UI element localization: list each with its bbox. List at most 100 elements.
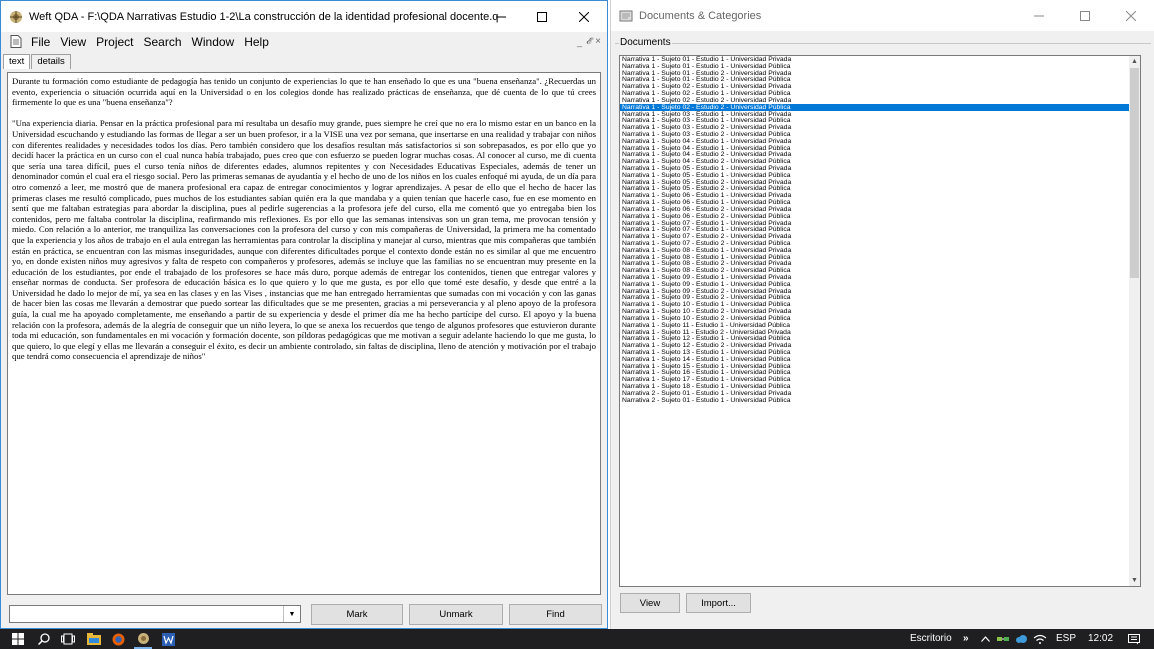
- mdi-minimize-icon[interactable]: _: [577, 37, 582, 47]
- right-titlebar[interactable]: Documents & Categories: [611, 0, 1154, 31]
- right-close-button[interactable]: [1111, 0, 1151, 31]
- tab-details[interactable]: details: [31, 54, 71, 69]
- input-language[interactable]: ESP: [1056, 629, 1076, 649]
- document-list-item[interactable]: Narrativa 1 - Sujeto 05 - Estudio 1 - Un…: [620, 165, 1131, 172]
- menu-file[interactable]: File: [26, 35, 55, 49]
- document-list-item[interactable]: Narrativa 1 - Sujeto 06 - Estudio 2 - Un…: [620, 206, 1131, 213]
- search-icon[interactable]: [36, 629, 52, 649]
- document-list-item[interactable]: Narrativa 1 - Sujeto 01 - Estudio 1 - Un…: [620, 56, 1131, 63]
- document-list-item[interactable]: Narrativa 2 - Sujeto 01 - Estudio 1 - Un…: [620, 397, 1131, 404]
- view-button[interactable]: View: [620, 593, 680, 613]
- document-list-item[interactable]: Narrativa 1 - Sujeto 09 - Estudio 1 - Un…: [620, 281, 1131, 288]
- menu-window[interactable]: Window: [187, 35, 240, 49]
- left-titlebar[interactable]: Weft QDA - F:\QDA Narrativas Estudio 1-2…: [1, 1, 607, 32]
- document-list-item[interactable]: Narrativa 1 - Sujeto 02 - Estudio 2 - Un…: [620, 97, 1131, 104]
- documents-scrollbar[interactable]: ▲ ▼: [1129, 56, 1140, 586]
- tab-text[interactable]: text: [3, 54, 31, 69]
- task-view-icon[interactable]: [60, 629, 76, 649]
- document-list-item[interactable]: Narrativa 1 - Sujeto 01 - Estudio 2 - Un…: [620, 76, 1131, 84]
- document-list-item[interactable]: Narrativa 1 - Sujeto 04 - Estudio 1 - Un…: [620, 138, 1131, 145]
- document-list-item[interactable]: Narrativa 1 - Sujeto 16 - Estudio 1 - Un…: [620, 369, 1131, 376]
- document-list-item[interactable]: Narrativa 1 - Sujeto 04 - Estudio 2 - Un…: [620, 158, 1131, 165]
- document-list-item[interactable]: Narrativa 1 - Sujeto 14 - Estudio 1 - Un…: [620, 356, 1131, 363]
- document-list-item[interactable]: Narrativa 1 - Sujeto 12 - Estudio 2 - Un…: [620, 342, 1131, 349]
- document-icon[interactable]: [10, 35, 22, 48]
- document-list-item[interactable]: Narrativa 1 - Sujeto 03 - Estudio 1 - Un…: [620, 111, 1131, 118]
- document-list-item[interactable]: Narrativa 1 - Sujeto 11 - Estudio 2 - Un…: [620, 329, 1131, 336]
- wifi-icon[interactable]: [1032, 629, 1048, 649]
- menu-project[interactable]: Project: [91, 35, 138, 49]
- right-maximize-button[interactable]: [1065, 0, 1105, 31]
- mark-button[interactable]: Mark: [311, 604, 403, 625]
- document-list-item[interactable]: Narrativa 1 - Sujeto 08 - Estudio 2 - Un…: [620, 260, 1131, 267]
- onedrive-icon[interactable]: [1014, 629, 1028, 649]
- document-list-item[interactable]: Narrativa 1 - Sujeto 04 - Estudio 2 - Un…: [620, 151, 1131, 158]
- documents-list[interactable]: Narrativa 1 - Sujeto 01 - Estudio 1 - Un…: [619, 55, 1141, 587]
- document-list-item[interactable]: Narrativa 1 - Sujeto 09 - Estudio 2 - Un…: [620, 288, 1131, 295]
- import-button[interactable]: Import...: [686, 593, 751, 613]
- document-list-item[interactable]: Narrativa 1 - Sujeto 02 - Estudio 2 - Un…: [620, 103, 1131, 111]
- document-list-item[interactable]: Narrativa 1 - Sujeto 05 - Estudio 2 - Un…: [620, 185, 1131, 193]
- network-status-icon[interactable]: [996, 629, 1010, 649]
- document-list-item[interactable]: Narrativa 1 - Sujeto 10 - Estudio 2 - Un…: [620, 315, 1131, 322]
- minimize-button[interactable]: [481, 1, 521, 32]
- document-list-item[interactable]: Narrativa 1 - Sujeto 07 - Estudio 1 - Un…: [620, 226, 1131, 233]
- show-hidden-icons-icon[interactable]: [978, 629, 992, 649]
- mdi-close-icon[interactable]: ×: [595, 36, 601, 47]
- scroll-down-icon[interactable]: ▼: [1129, 575, 1140, 586]
- close-button[interactable]: [564, 1, 604, 32]
- document-list-item[interactable]: Narrativa 1 - Sujeto 05 - Estudio 1 - Un…: [620, 172, 1131, 179]
- document-list-item[interactable]: Narrativa 1 - Sujeto 11 - Estudio 1 - Un…: [620, 322, 1131, 329]
- weft-qda-taskbar-icon[interactable]: [134, 629, 152, 649]
- document-list-item[interactable]: Narrativa 1 - Sujeto 04 - Estudio 1 - Un…: [620, 145, 1131, 152]
- document-list-item[interactable]: Narrativa 1 - Sujeto 07 - Estudio 2 - Un…: [620, 240, 1131, 247]
- document-list-item[interactable]: Narrativa 1 - Sujeto 03 - Estudio 2 - Un…: [620, 131, 1131, 138]
- menu-help[interactable]: Help: [239, 35, 274, 49]
- document-list-item[interactable]: Narrativa 1 - Sujeto 02 - Estudio 1 - Un…: [620, 83, 1131, 90]
- clock-time[interactable]: 12:02: [1088, 629, 1113, 649]
- maximize-button[interactable]: [522, 1, 562, 32]
- search-combo[interactable]: ▼: [9, 605, 301, 623]
- document-list-item[interactable]: Narrativa 1 - Sujeto 08 - Estudio 2 - Un…: [620, 267, 1131, 274]
- mdi-restore-icon[interactable]: 𝓔: [586, 36, 591, 47]
- document-list-item[interactable]: Narrativa 1 - Sujeto 13 - Estudio 1 - Un…: [620, 349, 1131, 356]
- document-list-item[interactable]: Narrativa 1 - Sujeto 02 - Estudio 1 - Un…: [620, 90, 1131, 97]
- document-list-item[interactable]: Narrativa 1 - Sujeto 05 - Estudio 2 - Un…: [620, 179, 1131, 186]
- document-list-item[interactable]: Narrativa 1 - Sujeto 10 - Estudio 2 - Un…: [620, 308, 1131, 315]
- document-list-item[interactable]: Narrativa 1 - Sujeto 17 - Estudio 1 - Un…: [620, 376, 1131, 383]
- word-icon[interactable]: [160, 629, 176, 649]
- windows-start-icon[interactable]: [10, 629, 26, 649]
- document-text-area[interactable]: Durante tu formación como estudiante de …: [7, 72, 601, 595]
- document-list-item[interactable]: Narrativa 1 - Sujeto 09 - Estudio 1 - Un…: [620, 274, 1131, 281]
- find-button[interactable]: Find: [509, 604, 602, 625]
- document-list-item[interactable]: Narrativa 2 - Sujeto 01 - Estudio 1 - Un…: [620, 390, 1131, 397]
- document-list-item[interactable]: Narrativa 1 - Sujeto 09 - Estudio 2 - Un…: [620, 294, 1131, 302]
- document-list-item[interactable]: Narrativa 1 - Sujeto 06 - Estudio 1 - Un…: [620, 192, 1131, 199]
- unmark-button[interactable]: Unmark: [409, 604, 503, 625]
- file-explorer-icon[interactable]: [86, 629, 102, 649]
- document-list-item[interactable]: Narrativa 1 - Sujeto 15 - Estudio 1 - Un…: [620, 363, 1131, 370]
- document-list-item[interactable]: Narrativa 1 - Sujeto 12 - Estudio 1 - Un…: [620, 335, 1131, 342]
- document-list-item[interactable]: Narrativa 1 - Sujeto 08 - Estudio 1 - Un…: [620, 247, 1131, 254]
- document-list-item[interactable]: Narrativa 1 - Sujeto 03 - Estudio 2 - Un…: [620, 124, 1131, 131]
- desktop-label[interactable]: Escritorio: [910, 629, 952, 649]
- dropdown-arrow-icon[interactable]: ▼: [283, 606, 300, 622]
- document-list-item[interactable]: Narrativa 1 - Sujeto 06 - Estudio 2 - Un…: [620, 213, 1131, 220]
- scroll-thumb[interactable]: [1130, 68, 1139, 278]
- toolbar-chevron-icon[interactable]: »: [963, 629, 969, 649]
- document-list-item[interactable]: Narrativa 1 - Sujeto 01 - Estudio 1 - Un…: [620, 63, 1131, 70]
- document-list-item[interactable]: Narrativa 1 - Sujeto 06 - Estudio 1 - Un…: [620, 199, 1131, 206]
- document-list-item[interactable]: Narrativa 1 - Sujeto 10 - Estudio 1 - Un…: [620, 301, 1131, 308]
- menu-view[interactable]: View: [55, 35, 91, 49]
- document-list-item[interactable]: Narrativa 1 - Sujeto 08 - Estudio 1 - Un…: [620, 254, 1131, 261]
- firefox-icon[interactable]: [110, 629, 126, 649]
- document-list-item[interactable]: Narrativa 1 - Sujeto 01 - Estudio 2 - Un…: [620, 70, 1131, 77]
- document-list-item[interactable]: Narrativa 1 - Sujeto 07 - Estudio 1 - Un…: [620, 220, 1131, 227]
- document-list-item[interactable]: Narrativa 1 - Sujeto 07 - Estudio 2 - Un…: [620, 233, 1131, 240]
- notifications-icon[interactable]: [1126, 629, 1142, 649]
- document-list-item[interactable]: Narrativa 1 - Sujeto 03 - Estudio 1 - Un…: [620, 117, 1131, 124]
- document-list-item[interactable]: Narrativa 1 - Sujeto 18 - Estudio 1 - Un…: [620, 383, 1131, 390]
- menu-search[interactable]: Search: [139, 35, 187, 49]
- right-minimize-button[interactable]: [1019, 0, 1059, 31]
- scroll-up-icon[interactable]: ▲: [1129, 56, 1140, 67]
